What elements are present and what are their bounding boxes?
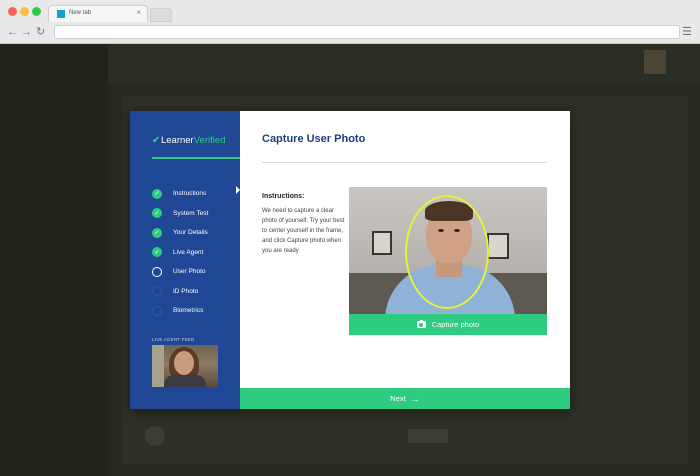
- next-button[interactable]: Next →: [240, 388, 570, 409]
- step-complete-check-icon: ✓: [152, 247, 162, 258]
- minimize-window-icon[interactable]: [20, 7, 29, 16]
- step-complete-check-icon: ✓: [152, 227, 162, 238]
- instructions-heading: Instructions:: [262, 193, 305, 200]
- step-system-test[interactable]: ✓ System Test: [152, 204, 208, 224]
- logo-check-icon: ✔: [152, 135, 160, 146]
- step-label: Biometrics: [173, 307, 204, 315]
- step-complete-check-icon: ✓: [152, 188, 162, 199]
- step-label: Your Details: [173, 229, 208, 237]
- verification-modal: ✔LearnerVerified ✓ Instructions ✓ System…: [130, 111, 570, 409]
- step-your-details[interactable]: ✓ Your Details: [152, 223, 208, 243]
- step-live-agent[interactable]: ✓ Live Agent: [152, 243, 208, 263]
- modal-sidebar: ✔LearnerVerified ✓ Instructions ✓ System…: [130, 111, 240, 409]
- back-arrow-icon[interactable]: ←: [7, 26, 18, 38]
- logo-text-learner: Learner: [160, 135, 194, 146]
- agent-face: [174, 351, 194, 375]
- next-label: Next: [390, 394, 406, 403]
- step-user-photo[interactable]: User Photo: [152, 262, 208, 282]
- camera-icon: [416, 319, 426, 328]
- wall-picture-frame: [372, 231, 392, 255]
- step-pending-circle-icon: [152, 286, 162, 297]
- sidebar-divider: [152, 157, 240, 159]
- address-bar[interactable]: [54, 25, 680, 39]
- step-label: Instructions: [173, 190, 207, 198]
- face-guide-oval: [405, 195, 489, 309]
- reload-icon[interactable]: ↻: [36, 26, 45, 38]
- browser-tab[interactable]: New tab ×: [48, 5, 148, 22]
- step-biometrics[interactable]: Biometrics: [152, 301, 208, 321]
- capture-photo-label: Capture photo: [431, 320, 480, 329]
- logo-text-verified: Verified: [193, 135, 226, 146]
- step-id-photo[interactable]: ID Photo: [152, 282, 208, 302]
- maximize-window-icon[interactable]: [32, 7, 41, 16]
- background-bottom-avatar: [145, 426, 165, 446]
- step-current-circle-icon: [152, 266, 162, 277]
- capture-photo-button[interactable]: Capture photo: [349, 314, 547, 335]
- modal-title: Capture User Photo: [262, 133, 366, 145]
- step-label: System Test: [173, 209, 209, 217]
- live-agent-feed-label: LIVE AGENT FEED: [152, 337, 195, 342]
- tab-title: New tab: [69, 10, 92, 16]
- step-complete-check-icon: ✓: [152, 208, 162, 219]
- agent-background-window: [152, 345, 164, 387]
- hamburger-menu-icon[interactable]: ☰: [682, 26, 692, 38]
- live-agent-video: [152, 345, 218, 387]
- tab-close-icon[interactable]: ×: [136, 8, 141, 17]
- agent-body: [164, 375, 206, 387]
- close-window-icon[interactable]: [8, 7, 17, 16]
- active-step-pointer-icon: [236, 186, 240, 194]
- browser-chrome: New tab × ← → ↻ ☰: [0, 0, 700, 44]
- step-label: Live Agent: [173, 248, 204, 256]
- background-sidebar: [0, 44, 108, 476]
- background-avatar: [644, 50, 666, 74]
- background-bottom-button: [408, 429, 448, 443]
- background-header: [108, 44, 700, 84]
- wall-picture-frame: [487, 233, 509, 259]
- step-list: ✓ Instructions ✓ System Test ✓ Your Deta…: [152, 184, 208, 321]
- title-divider: [262, 162, 547, 163]
- learnerverified-logo: ✔LearnerVerified: [152, 135, 225, 146]
- new-tab-button[interactable]: [150, 8, 172, 22]
- step-label: ID Photo: [173, 287, 199, 295]
- forward-arrow-icon[interactable]: →: [21, 26, 32, 38]
- webcam-preview: [349, 187, 547, 314]
- arrow-right-icon: →: [410, 393, 420, 404]
- step-pending-circle-icon: [152, 305, 162, 316]
- tab-favicon-icon: [57, 10, 65, 18]
- step-label: User Photo: [173, 268, 206, 276]
- step-instructions[interactable]: ✓ Instructions: [152, 184, 208, 204]
- instructions-text: We need to capture a clear photo of your…: [262, 208, 345, 254]
